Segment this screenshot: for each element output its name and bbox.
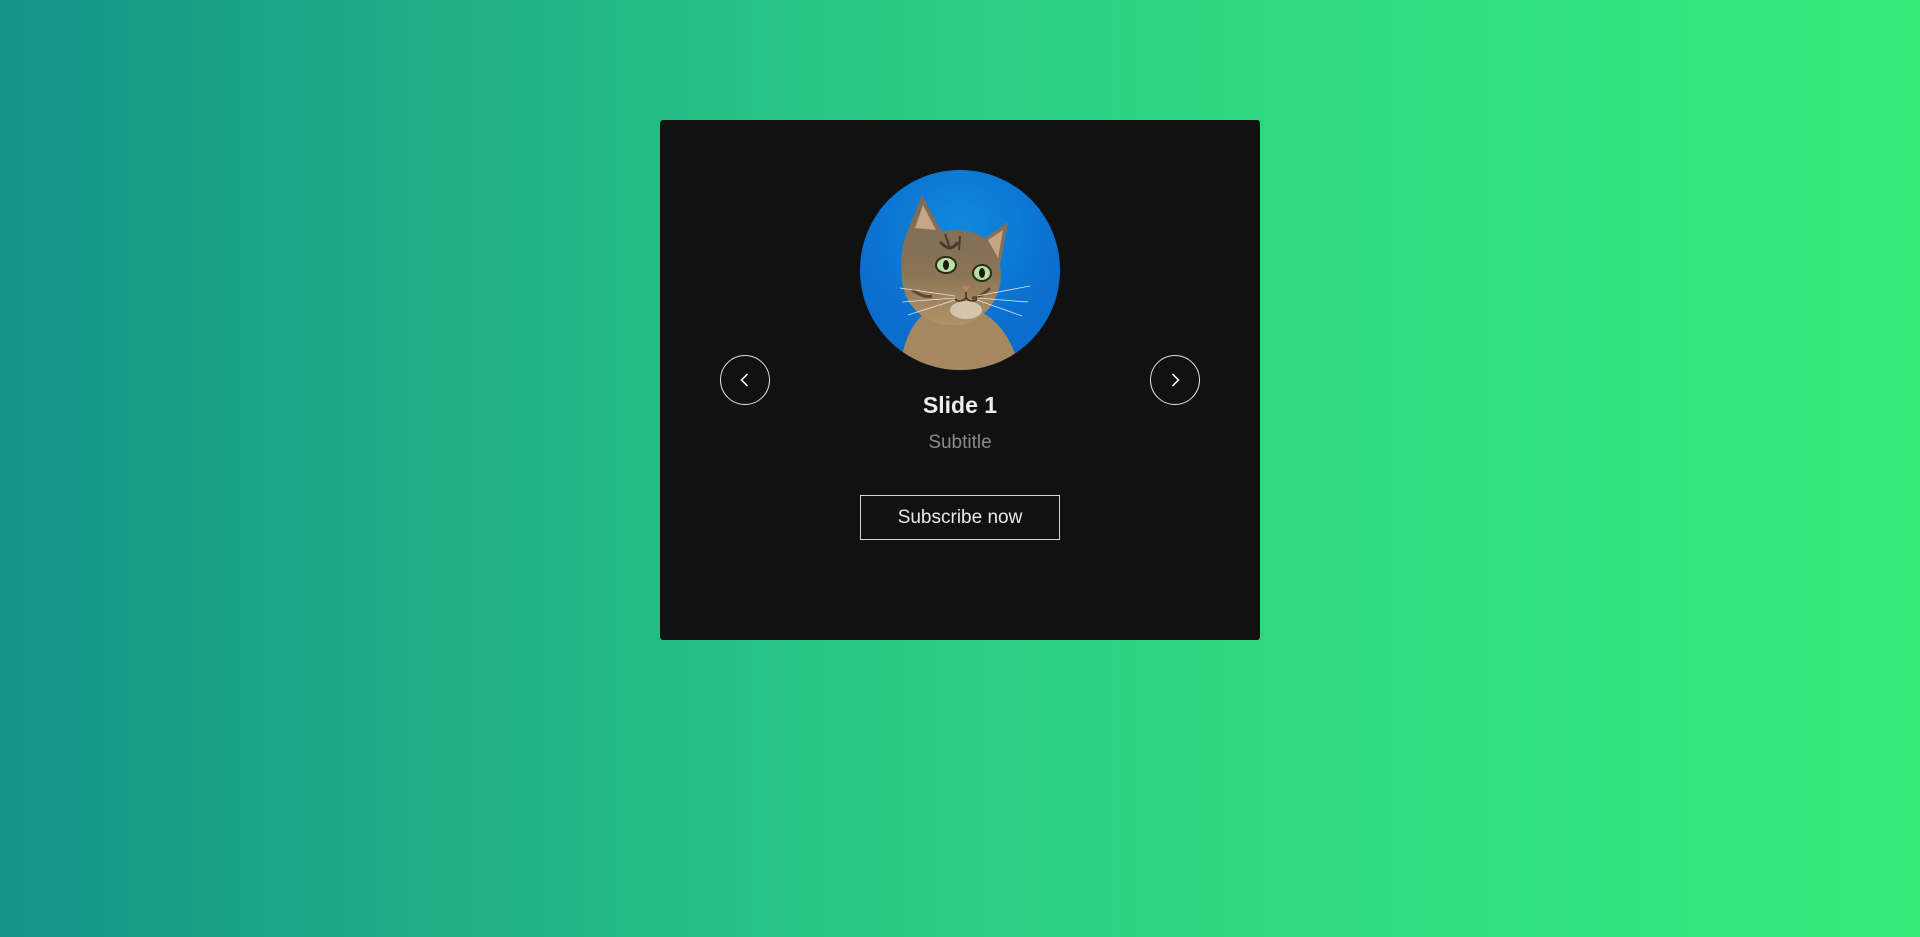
chevron-left-icon [740, 373, 749, 387]
cat-image [899, 195, 1031, 370]
slide-subtitle: Subtitle [928, 432, 992, 453]
slide-image [860, 170, 1060, 370]
slider-card: Slide 1 Subtitle Subscribe now [660, 120, 1260, 640]
subscribe-button[interactable]: Subscribe now [860, 495, 1060, 540]
chevron-right-icon [1171, 373, 1180, 387]
slide-title: Slide 1 [922, 392, 998, 418]
